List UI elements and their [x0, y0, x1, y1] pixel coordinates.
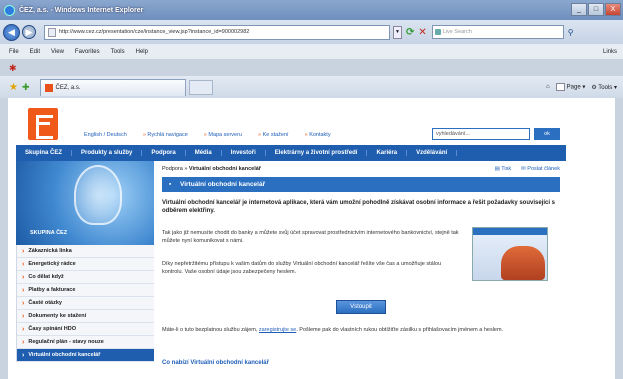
cez-favicon-icon: [44, 83, 53, 92]
person-figure: [501, 246, 545, 280]
sidebar-item-dokumenty[interactable]: Dokumenty ke stažení: [17, 310, 154, 323]
close-button[interactable]: X: [605, 3, 621, 16]
menu-file[interactable]: File: [9, 49, 19, 55]
tab-label: ČEZ, a.s.: [55, 84, 81, 91]
paragraph-3-text-a: Máte-li o tuto bezplatnou službu zájem,: [162, 327, 258, 333]
command-bar: ★ ✚ ČEZ, a.s. ⌂ Page ▾ ⚙ Tools ▾: [0, 76, 623, 98]
address-field[interactable]: http://www.cez.cz/presentation/cze/insta…: [44, 24, 390, 40]
sidebar-item-regulacni-plan[interactable]: Regulační plán - stavy nouze: [17, 336, 154, 349]
favorites-star-icon[interactable]: ★: [9, 82, 18, 93]
live-search-icon: [434, 29, 441, 35]
menu-tools[interactable]: Tools: [111, 49, 125, 55]
add-favorites-icon[interactable]: ✚: [22, 82, 30, 93]
site-search-button[interactable]: ok: [534, 128, 560, 140]
minimize-button[interactable]: _: [571, 3, 587, 16]
register-link[interactable]: zaregistrujte se: [259, 327, 296, 333]
nav-vzdelavani[interactable]: Vzdělávání: [407, 150, 458, 156]
command-buttons: ⌂ Page ▾ ⚙ Tools ▾: [546, 83, 617, 91]
breadcrumb: Podpora » Virtuální obchodní kancelář ▤ …: [162, 161, 560, 177]
cez-logo[interactable]: [28, 108, 58, 140]
nav-kariera[interactable]: Kariéra: [367, 150, 408, 156]
loading-icon: ✱: [9, 63, 17, 73]
nav-media[interactable]: Média: [186, 150, 222, 156]
tools-menu-label: Tools: [598, 84, 613, 91]
link-downloads[interactable]: Ke stažení: [258, 132, 289, 138]
page-menu-label: Page: [566, 84, 581, 91]
live-search-input[interactable]: Live Search: [431, 25, 564, 39]
screenshot-header: [473, 228, 547, 235]
main-content: Podpora » Virtuální obchodní kancelář ▤ …: [162, 161, 560, 379]
maximize-button[interactable]: □: [588, 3, 604, 16]
web-page: English / Deutsch Rychlá navigace Mapa s…: [8, 98, 615, 379]
tools-menu[interactable]: ⚙ Tools ▾: [591, 84, 617, 91]
print-link[interactable]: ▤ Tisk: [495, 166, 512, 172]
site-search-input[interactable]: vyhledávání...: [432, 128, 530, 140]
nav-skupina[interactable]: Skupina ČEZ: [16, 150, 73, 156]
menu-view[interactable]: View: [51, 49, 64, 55]
address-url: http://www.cez.cz/presentation/cze/insta…: [59, 29, 250, 35]
page-menu[interactable]: Page ▾: [555, 83, 585, 91]
print-label: Tisk: [501, 166, 512, 172]
menu-help[interactable]: Help: [136, 49, 148, 55]
ie-logo-icon: [4, 4, 15, 16]
link-language[interactable]: English / Deutsch: [84, 132, 127, 138]
top-links: English / Deutsch Rychlá navigace Mapa s…: [84, 132, 331, 138]
stop-icon[interactable]: ✕: [418, 27, 426, 38]
main-nav: Skupina ČEZ Produkty a služby Podpora Mé…: [16, 145, 566, 161]
paragraph-3: Máte-li o tuto bezplatnou službu zájem, …: [162, 327, 554, 335]
sidebar-item-virtualni-kancelar[interactable]: Virtuální obchodní kancelář: [17, 349, 154, 362]
nav-investori[interactable]: Investoři: [222, 150, 266, 156]
title-bar: ČEZ, a.s. - Windows Internet Explorer _ …: [0, 0, 623, 20]
page-icon: [48, 27, 56, 37]
sidebar: SKUPINA ČEZ Zákaznická linka Energetický…: [16, 161, 154, 379]
enter-button[interactable]: Vstoupit: [336, 300, 386, 314]
lightbulb-icon: [74, 165, 122, 225]
links-toolbar[interactable]: Links: [603, 49, 617, 55]
nav-produkty[interactable]: Produkty a služby: [72, 150, 143, 156]
send-article-label: Poslat článek: [527, 166, 560, 172]
page-menu-icon: [555, 83, 565, 91]
sidebar-menu: Zákaznická linka Energetický rádce Co dě…: [16, 245, 154, 362]
nav-elektrarny[interactable]: Elektrárny a životní prostředí: [266, 150, 368, 156]
page-title: Virtuální obchodní kancelář: [162, 177, 560, 192]
sidebar-item-hdo[interactable]: Časy spínání HDO: [17, 323, 154, 336]
window-title: ČEZ, a.s. - Windows Internet Explorer: [19, 6, 144, 14]
window-controls: _ □ X: [571, 3, 621, 16]
section-heading[interactable]: Co nabízí Virtuální obchodní kancelář: [162, 360, 269, 366]
new-tab-button[interactable]: [188, 79, 213, 95]
sidebar-item-zakaznicka-linka[interactable]: Zákaznická linka: [17, 245, 154, 258]
hero-image: SKUPINA ČEZ: [16, 161, 154, 245]
paragraph-2: Díky nepřetržitému přístupu k vašim datů…: [162, 261, 442, 275]
breadcrumb-parent[interactable]: Podpora »: [162, 166, 187, 172]
menu-bar: File Edit View Favorites Tools Help Link…: [0, 44, 623, 59]
menu-edit[interactable]: Edit: [30, 49, 40, 55]
address-toolbar: ◀ ▶ http://www.cez.cz/presentation/cze/i…: [0, 20, 623, 44]
link-sitemap[interactable]: Mapa serveru: [204, 132, 242, 138]
hero-label: SKUPINA ČEZ: [30, 230, 68, 236]
sidebar-item-caste-otazky[interactable]: Časté otázky: [17, 297, 154, 310]
refresh-icon[interactable]: ⟳: [406, 27, 414, 38]
address-dropdown-icon[interactable]: ▼: [393, 25, 402, 39]
link-quick-nav[interactable]: Rychlá navigace: [143, 132, 187, 138]
sidebar-item-energeticky-radce[interactable]: Energetický rádce: [17, 258, 154, 271]
search-icon[interactable]: ⚲: [568, 28, 574, 37]
menu-favorites[interactable]: Favorites: [75, 49, 100, 55]
app-screenshot-image: [472, 227, 548, 281]
sidebar-item-platby[interactable]: Platby a fakturace: [17, 284, 154, 297]
nav-podpora[interactable]: Podpora: [142, 150, 186, 156]
send-article-link[interactable]: ✉ Poslat článek: [521, 166, 560, 172]
back-button[interactable]: ◀: [3, 23, 20, 41]
home-icon[interactable]: ⌂: [546, 84, 550, 90]
forward-button[interactable]: ▶: [22, 25, 36, 39]
article-tools: ▤ Tisk ✉ Poslat článek: [495, 166, 560, 172]
intro-text: Virtuální obchodní kancelář je interneto…: [162, 200, 556, 214]
paragraph-3-text-b: . Pošleme pak do vlastních rukou obtížiť…: [296, 327, 504, 333]
paragraph-1: Tak jako již nemusíte chodit do banky a …: [162, 230, 459, 244]
tab-cez[interactable]: ČEZ, a.s.: [39, 78, 186, 96]
link-contacts[interactable]: Kontakty: [305, 132, 330, 138]
breadcrumb-current: Virtuální obchodní kancelář: [188, 166, 261, 172]
sidebar-item-co-delat-kdyz[interactable]: Co dělat když: [17, 271, 154, 284]
search-placeholder: Live Search: [442, 29, 472, 35]
